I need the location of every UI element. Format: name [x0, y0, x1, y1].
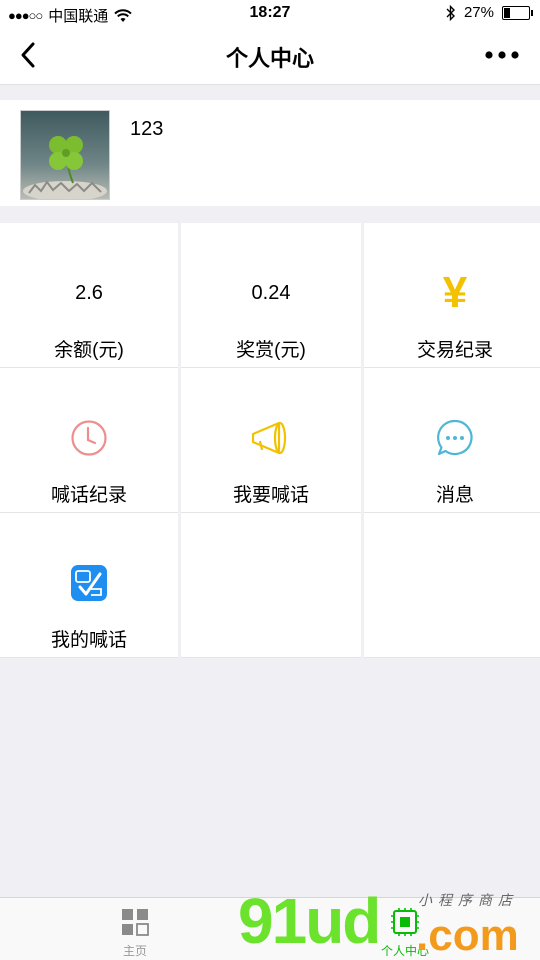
- yen-icon: ¥: [442, 268, 468, 317]
- messages-icon-box: [364, 418, 540, 458]
- want-shout-label: 我要喊话: [232, 485, 309, 506]
- tab-bar: 主页 个人中心: [0, 897, 540, 960]
- status-right: 27%: [446, 4, 533, 21]
- shout-record-icon-box: [0, 418, 178, 458]
- megaphone-icon: [251, 421, 287, 455]
- messages-cell[interactable]: 消息: [364, 368, 540, 513]
- balance-value: 2.6: [75, 281, 103, 304]
- tab-home[interactable]: 主页: [0, 898, 270, 960]
- status-bar: ●●●○○ 中国联通 18:27 27%: [0, 0, 540, 28]
- want-shout-cell[interactable]: 我要喊话: [181, 368, 361, 513]
- username: 123: [130, 118, 164, 140]
- reward-cell[interactable]: 0.24 奖赏(元): [181, 223, 361, 368]
- balance-value-box: 2.6: [0, 273, 178, 313]
- messages-label: 消息: [435, 485, 474, 506]
- want-shout-icon-box: [181, 418, 361, 458]
- transactions-cell[interactable]: ¥ 交易纪录: [364, 223, 540, 368]
- my-shouts-label: 我的喊话: [50, 630, 127, 651]
- grid-home-icon: [122, 909, 149, 936]
- reward-value: 0.24: [251, 281, 291, 304]
- battery-level: [504, 7, 510, 18]
- transactions-label: 交易纪录: [416, 340, 493, 361]
- profile-card[interactable]: 123: [0, 100, 540, 206]
- empty-cell: [364, 513, 540, 658]
- tab-me[interactable]: 个人中心: [270, 898, 540, 960]
- balance-label: 余额(元): [54, 340, 124, 361]
- my-shouts-icon-box: [0, 563, 178, 603]
- my-shouts-cell[interactable]: 我的喊话: [0, 513, 178, 658]
- battery-icon: [502, 5, 533, 20]
- function-grid: 2.6 余额(元) 0.24 奖赏(元) ¥ 交易纪录 喊话纪录 我要喊话 消息…: [0, 223, 540, 658]
- transactions-icon-box: ¥: [364, 268, 540, 317]
- shout-record-cell[interactable]: 喊话纪录: [0, 368, 178, 513]
- tab-home-label: 主页: [122, 944, 147, 958]
- bluetooth-icon: [446, 4, 455, 21]
- empty-cell: [181, 513, 361, 658]
- tab-me-label: 个人中心: [380, 944, 429, 958]
- page-title: 个人中心: [225, 46, 314, 71]
- app-badge-icon: [71, 565, 107, 601]
- shout-record-label: 喊话纪录: [50, 485, 127, 506]
- chip-profile-icon: [391, 908, 419, 936]
- battery-percent: 27%: [463, 4, 494, 21]
- more-options-icon[interactable]: [484, 42, 520, 68]
- avatar[interactable]: [20, 110, 110, 200]
- reward-value-box: 0.24: [181, 273, 361, 313]
- reward-label: 奖赏(元): [236, 340, 306, 361]
- screen: ●●●○○ 中国联通 18:27 27% 个人中心 123 2.6 余额(元) …: [0, 0, 540, 960]
- balance-cell[interactable]: 2.6 余额(元): [0, 223, 178, 368]
- nav-bar: 个人中心: [0, 28, 540, 85]
- chat-bubble-icon: [437, 419, 473, 456]
- clock-icon: [71, 420, 107, 456]
